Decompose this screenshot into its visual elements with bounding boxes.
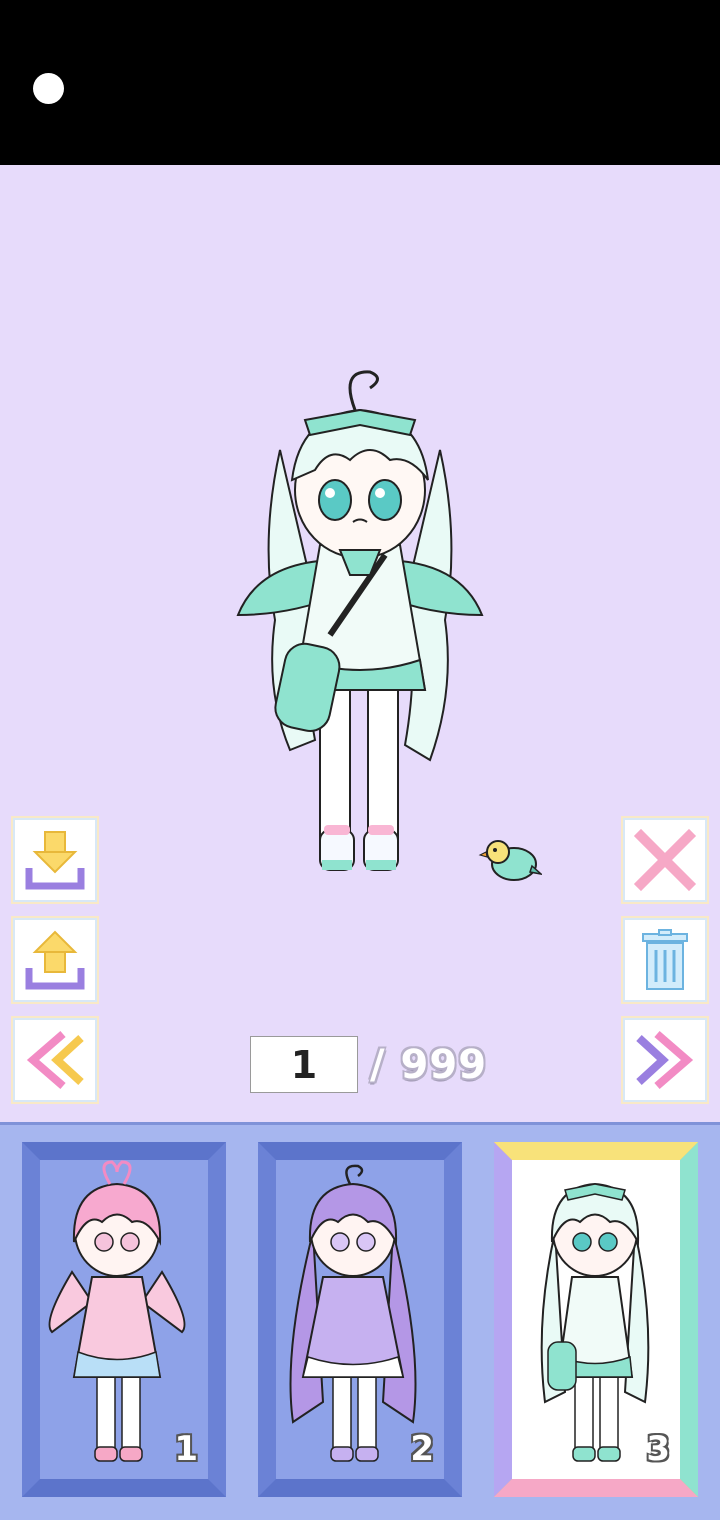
slot-number-3: 3	[646, 1429, 670, 1469]
double-chevron-right-icon	[636, 1030, 694, 1090]
previous-page-button[interactable]	[15, 1020, 95, 1100]
camera-hole	[33, 73, 64, 104]
save-button[interactable]	[15, 820, 95, 900]
page-total: / 999	[370, 1041, 488, 1088]
x-close-icon	[633, 828, 697, 892]
upload-tray-icon	[25, 930, 85, 990]
close-button[interactable]	[625, 820, 705, 900]
slot-character-3	[540, 1182, 650, 1462]
slot-character-2	[289, 1164, 417, 1462]
download-tray-icon	[25, 831, 85, 890]
next-page-button[interactable]	[625, 1020, 705, 1100]
trash-can-icon	[642, 929, 688, 990]
slot-character-1	[48, 1160, 186, 1462]
character-slot-2[interactable]: 2	[258, 1142, 462, 1497]
delete-button[interactable]	[625, 920, 705, 1000]
bird-pet[interactable]	[478, 830, 542, 890]
character-slot-3[interactable]: 3	[494, 1142, 698, 1497]
load-button[interactable]	[15, 920, 95, 1000]
double-chevron-left-icon	[26, 1030, 84, 1090]
page-number-input[interactable]: 1	[250, 1036, 358, 1093]
slot-number-2: 2	[410, 1429, 434, 1469]
slot-number-1: 1	[174, 1429, 198, 1469]
status-bar	[0, 0, 720, 165]
main-character[interactable]	[220, 360, 500, 900]
character-slot-1[interactable]: 1	[22, 1142, 226, 1497]
